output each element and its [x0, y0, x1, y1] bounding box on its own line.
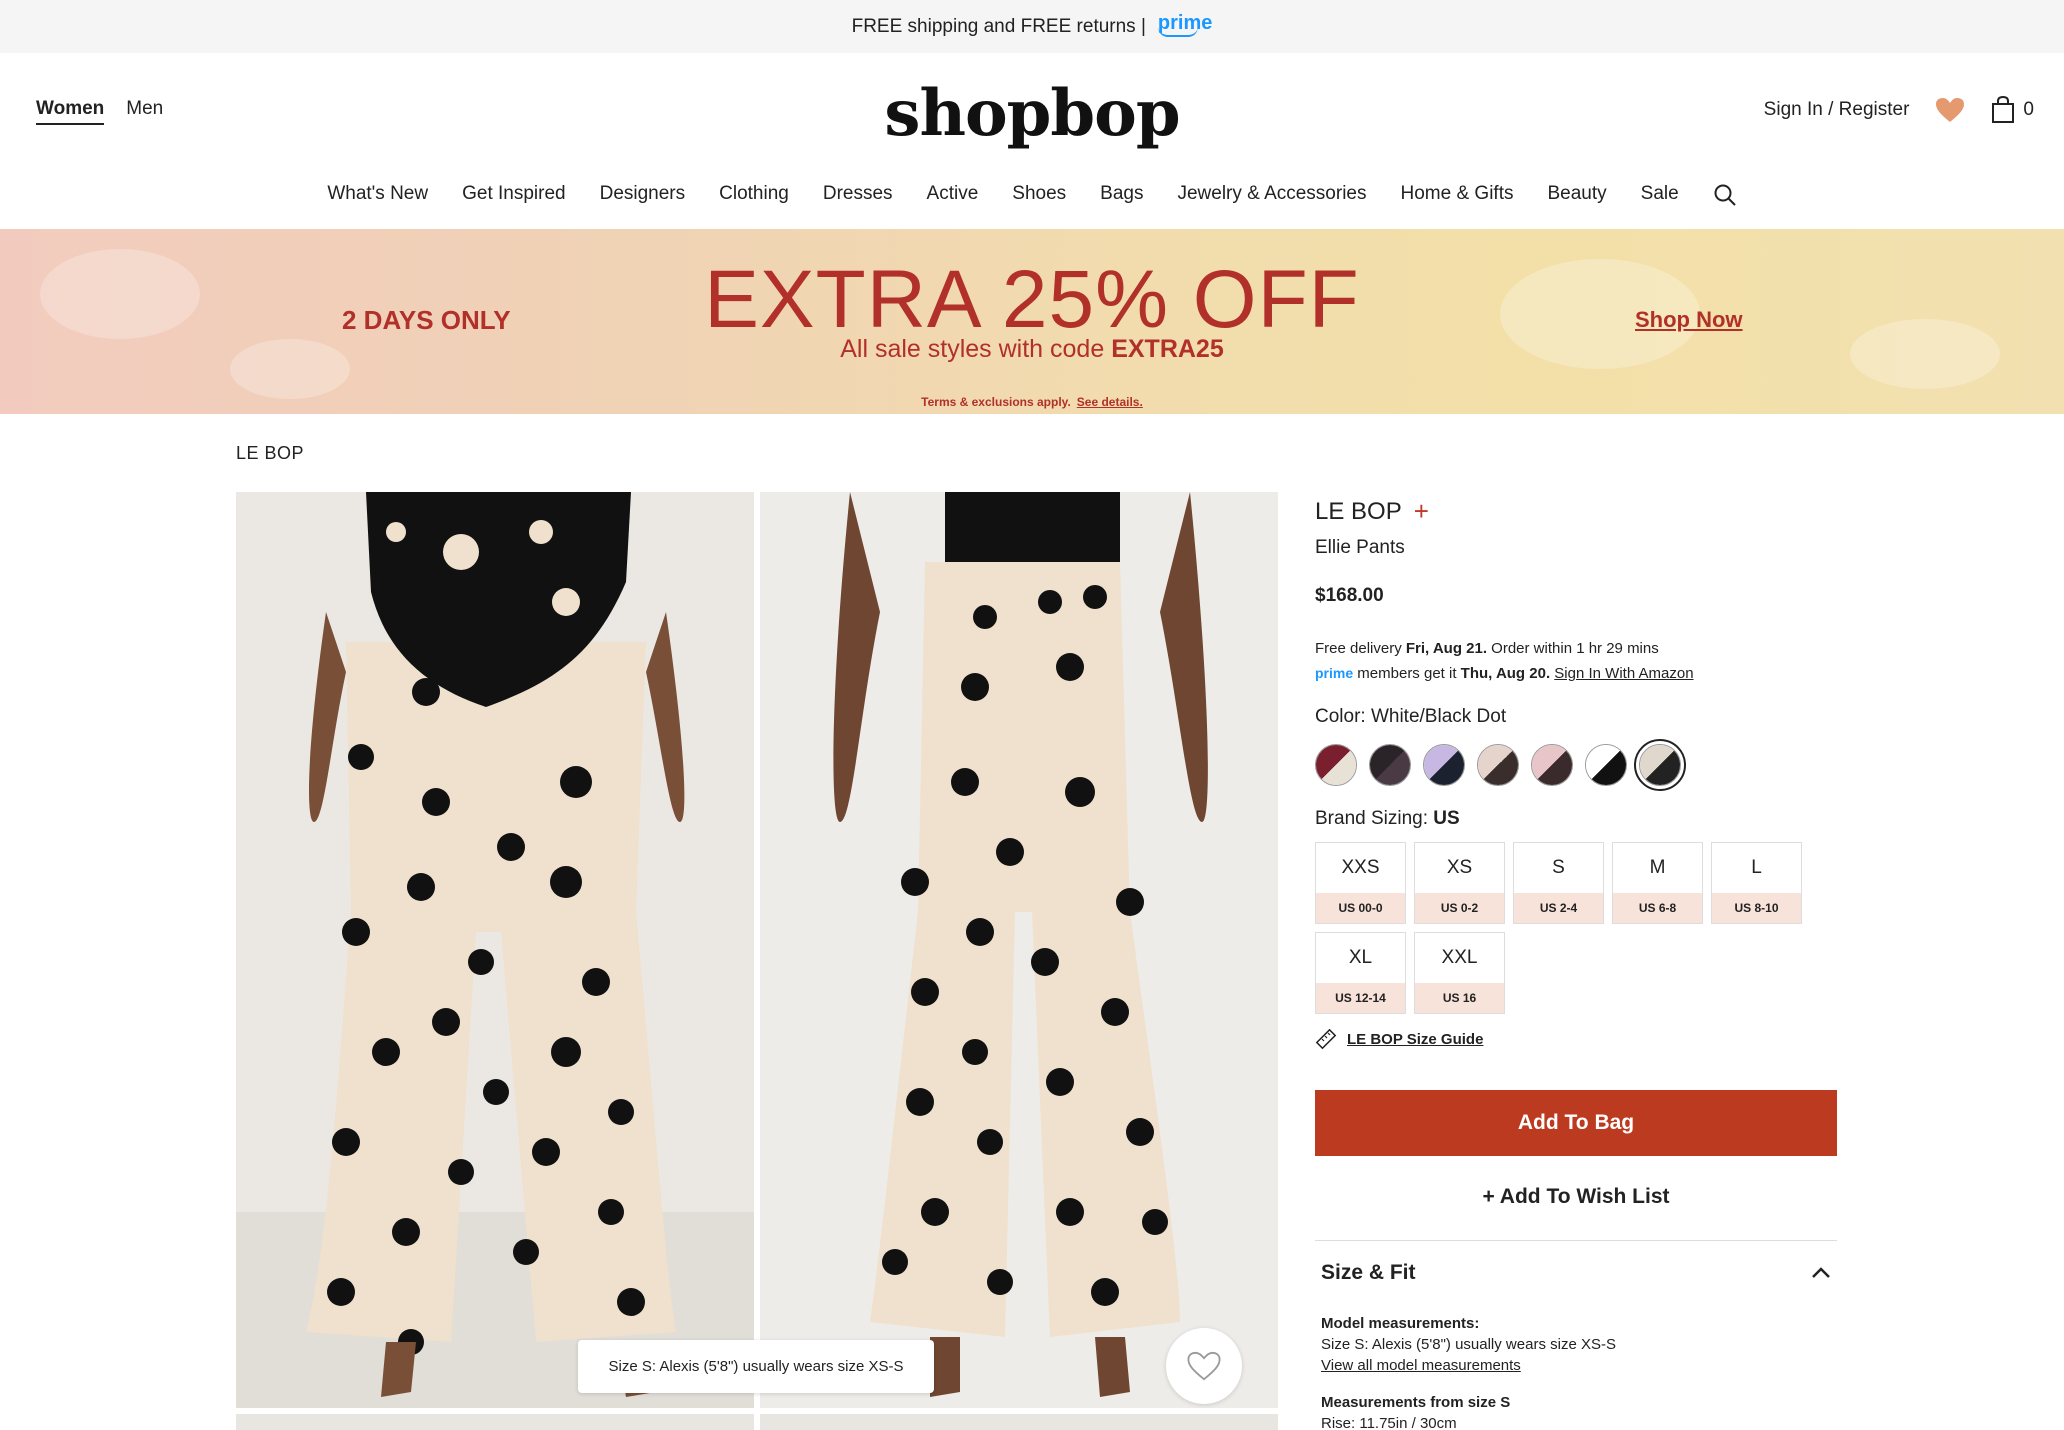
account-area: Sign In / Register 0 [1764, 96, 2034, 124]
promo-text: FREE shipping and FREE returns | [851, 15, 1146, 37]
nav-jewelry-accessories[interactable]: Jewelry & Accessories [1160, 183, 1383, 207]
product-price: $168.00 [1315, 585, 1384, 606]
us-size-label: US 8-10 [1712, 893, 1801, 923]
follow-brand-plus[interactable]: + [1414, 496, 1429, 527]
nav-whats-new[interactable]: What's New [310, 183, 445, 207]
product-details: LE BOP + Ellie Pants $168.00 Free delive… [1315, 492, 1837, 1430]
color-label: Color: White/Black Dot [1315, 706, 1507, 727]
product-photo-front [236, 492, 754, 1408]
nav-designers[interactable]: Designers [583, 183, 703, 207]
product-name: Ellie Pants [1315, 537, 1405, 558]
nav-home-gifts[interactable]: Home & Gifts [1384, 183, 1531, 207]
banner-terms: Terms & exclusions apply. See details. [921, 395, 1143, 409]
color-swatch[interactable] [1369, 744, 1411, 786]
search-icon [1714, 184, 1736, 206]
nav-get-inspired[interactable]: Get Inspired [445, 183, 583, 207]
size-guide-link[interactable]: LE BOP Size Guide [1315, 1028, 1837, 1050]
model-size-tooltip: Size S: Alexis (5'8") usually wears size… [578, 1340, 934, 1393]
nav-beauty[interactable]: Beauty [1530, 183, 1623, 207]
color-swatch[interactable] [1634, 739, 1686, 791]
prime-logo: prime [1157, 12, 1212, 37]
size-grid: XXS US 00-0 XS US 0-2 S US 2-4 M US 6-8 L US 8-10… [1315, 842, 1837, 1014]
search-button[interactable] [1696, 183, 1754, 207]
sale-banner[interactable]: 2 DAYS ONLY EXTRA 25% OFF All sale style… [0, 229, 2064, 414]
color-swatch[interactable] [1423, 744, 1465, 786]
size-label: M [1649, 857, 1666, 878]
delivery-info: Free delivery Fri, Aug 21. Order within … [1315, 640, 1694, 682]
view-model-measurements-link[interactable]: View all model measurements [1321, 1357, 1521, 1374]
site-logo[interactable]: shopbop [0, 76, 2064, 151]
us-size-label: US 0-2 [1415, 893, 1504, 923]
model-measurements-text: Size S: Alexis (5'8") usually wears size… [1321, 1336, 1616, 1353]
size-label: XXL [1441, 947, 1478, 968]
model-measurements-label: Model measurements: [1321, 1315, 1480, 1332]
add-to-bag-button[interactable]: Add To Bag [1315, 1090, 1837, 1156]
rise-measurement: Rise: 11.75in / 30cm [1321, 1415, 1457, 1430]
us-size-label: US 2-4 [1514, 893, 1603, 923]
main-nav: What's New Get Inspired Designers Clothi… [0, 183, 2064, 207]
us-size-label: US 00-0 [1316, 893, 1405, 923]
color-swatches [1315, 739, 1837, 791]
measurements-label: Measurements from size S [1321, 1394, 1511, 1411]
product-image-thumb[interactable] [760, 1414, 1278, 1430]
product-photo-back [760, 492, 1278, 1408]
size-fit-body: Model measurements: Size S: Alexis (5'8"… [1315, 1313, 1837, 1430]
shopping-bag-button[interactable]: 0 [1991, 96, 2034, 124]
size-option[interactable]: L US 8-10 [1711, 842, 1802, 924]
nav-shoes[interactable]: Shoes [995, 183, 1083, 207]
favorite-button[interactable] [1166, 1328, 1242, 1404]
size-label: XXS [1341, 857, 1380, 878]
banner-code-line: All sale styles with code EXTRA25 [840, 335, 1224, 363]
size-option[interactable]: XS US 0-2 [1414, 842, 1505, 924]
size-option[interactable]: S US 2-4 [1513, 842, 1604, 924]
size-label: XS [1446, 857, 1473, 878]
product-image-back[interactable] [760, 492, 1278, 1408]
us-size-label: US 6-8 [1613, 893, 1702, 923]
size-option[interactable]: XXS US 00-0 [1315, 842, 1406, 924]
bag-count: 0 [2023, 99, 2034, 120]
size-option[interactable]: XXL US 16 [1414, 932, 1505, 1014]
breadcrumb[interactable]: LE BOP [236, 443, 304, 464]
ruler-icon [1315, 1028, 1337, 1050]
prime-badge: prime [1315, 665, 1354, 681]
sign-in-link[interactable]: Sign In / Register [1764, 99, 1910, 121]
color-swatch[interactable] [1531, 744, 1573, 786]
banner-headline: EXTRA 25% OFF [704, 254, 1360, 345]
size-label: L [1751, 857, 1762, 878]
shop-now-link[interactable]: Shop Now [1635, 307, 1743, 333]
chevron-up-icon [1812, 1267, 1830, 1278]
promo-bar: FREE shipping and FREE returns | prime [0, 0, 2064, 53]
amazon-sign-in-link[interactable]: Sign In With Amazon [1554, 665, 1693, 682]
size-fit-toggle[interactable]: Size & Fit [1315, 1261, 1837, 1285]
product-brand[interactable]: LE BOP [1315, 498, 1402, 526]
size-option[interactable]: XL US 12-14 [1315, 932, 1406, 1014]
size-fit-title: Size & Fit [1321, 1261, 1416, 1284]
heart-outline-icon [1187, 1351, 1221, 1381]
nav-bags[interactable]: Bags [1083, 183, 1160, 207]
us-size-label: US 12-14 [1316, 983, 1405, 1013]
add-to-wishlist-button[interactable]: + Add To Wish List [1315, 1164, 1837, 1230]
size-label: S [1552, 857, 1565, 878]
nav-sale[interactable]: Sale [1624, 183, 1696, 207]
divider [1315, 1240, 1837, 1241]
color-swatch[interactable] [1315, 744, 1357, 786]
size-option[interactable]: M US 6-8 [1612, 842, 1703, 924]
nav-clothing[interactable]: Clothing [702, 183, 806, 207]
shopping-bag-icon [1992, 96, 2015, 123]
promo-code: EXTRA25 [1111, 335, 1224, 363]
wishlist-heart-icon[interactable] [1935, 97, 1965, 123]
product-image-front[interactable] [236, 492, 754, 1408]
size-label: XL [1348, 947, 1373, 968]
us-size-label: US 16 [1415, 983, 1504, 1013]
color-swatch[interactable] [1477, 744, 1519, 786]
nav-active[interactable]: Active [910, 183, 996, 207]
nav-dresses[interactable]: Dresses [806, 183, 910, 207]
see-details-link[interactable]: See details. [1077, 395, 1143, 409]
brand-sizing-label: Brand Sizing: US [1315, 808, 1460, 829]
color-swatch[interactable] [1585, 744, 1627, 786]
product-image-thumb[interactable] [236, 1414, 754, 1430]
